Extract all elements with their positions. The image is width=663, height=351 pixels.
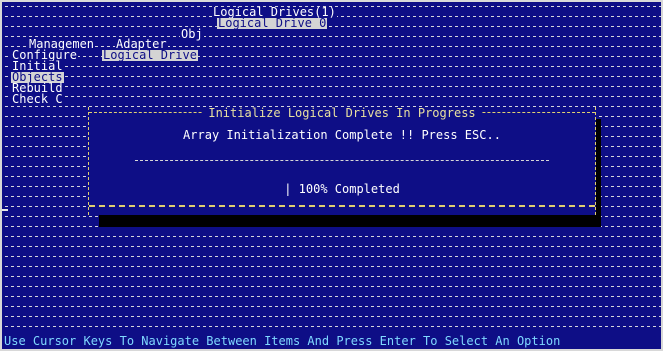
objects-window-label: Obj <box>180 27 204 41</box>
dialog-bottom-border <box>89 205 595 207</box>
progress-status: | 100% Completed <box>284 182 400 196</box>
dialog-title: Initialize Logical Drives In Progress <box>202 107 482 119</box>
initialize-progress-dialog: Initialize Logical Drives In Progress Ar… <box>88 107 596 215</box>
logical-drive-0-item[interactable]: Logical Drive 0 <box>217 17 328 29</box>
bios-screen: Logical Drives(1) Logical Drive 0 Obj Ma… <box>2 2 661 349</box>
left-edge-marker <box>2 209 8 211</box>
menu-item-check-consistency[interactable]: Check C <box>11 93 64 105</box>
dialog-separator <box>135 160 549 161</box>
menu-logical-drive[interactable]: Logical Drive <box>102 49 198 61</box>
status-hint-bar: Use Cursor Keys To Navigate Between Item… <box>2 333 661 349</box>
dialog-message: Array Initialization Complete !! Press E… <box>183 128 501 142</box>
